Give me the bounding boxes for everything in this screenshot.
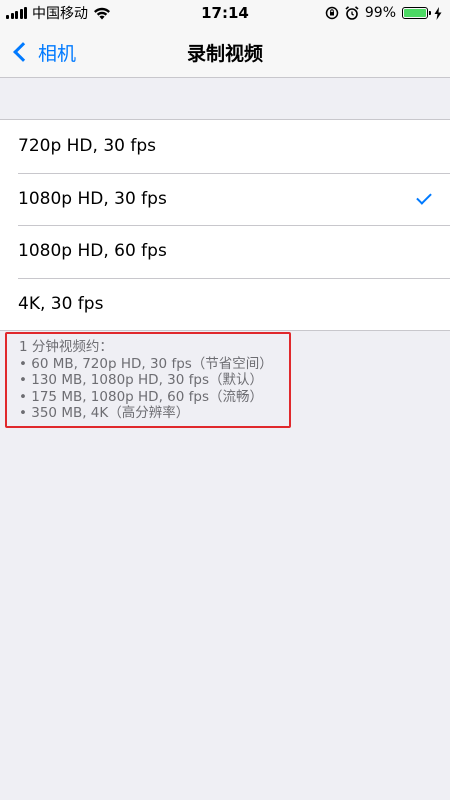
option-1080p-60fps[interactable]: 1080p HD, 60 fps bbox=[0, 225, 450, 278]
checkmark-icon bbox=[416, 188, 432, 205]
status-bar: 中国移动 17:14 99% bbox=[0, 0, 450, 26]
note-item: • 60 MB, 720p HD, 30 fps（节省空间） bbox=[19, 355, 273, 372]
option-label: 1080p HD, 30 fps bbox=[18, 188, 167, 209]
battery-percent: 99% bbox=[364, 5, 396, 21]
option-label: 1080p HD, 60 fps bbox=[18, 241, 167, 262]
battery-icon bbox=[402, 7, 431, 19]
option-label: 720p HD, 30 fps bbox=[18, 136, 156, 157]
file-size-note: 1 分钟视频约： • 60 MB, 720p HD, 30 fps（节省空间） … bbox=[5, 332, 291, 428]
charging-icon bbox=[434, 6, 442, 20]
option-720p-30fps[interactable]: 720p HD, 30 fps bbox=[0, 120, 450, 173]
note-item: • 175 MB, 1080p HD, 60 fps（流畅） bbox=[19, 388, 263, 405]
option-1080p-30fps[interactable]: 1080p HD, 30 fps bbox=[0, 172, 450, 226]
video-format-list: 720p HD, 30 fps 1080p HD, 30 fps 1080p H… bbox=[0, 119, 450, 331]
rotation-lock-icon bbox=[325, 6, 339, 20]
navigation-bar: 录制视频 相机 bbox=[0, 26, 450, 78]
back-button[interactable]: 相机 bbox=[8, 26, 76, 78]
note-item: • 350 MB, 4K（高分辨率） bbox=[19, 405, 190, 421]
chevron-left-icon bbox=[13, 42, 33, 62]
alarm-icon bbox=[345, 6, 359, 20]
note-heading: 1 分钟视频约： bbox=[19, 339, 113, 355]
option-4k-30fps[interactable]: 4K, 30 fps bbox=[0, 277, 450, 331]
back-label: 相机 bbox=[38, 42, 77, 65]
option-label: 4K, 30 fps bbox=[18, 293, 104, 314]
note-item: • 130 MB, 1080p HD, 30 fps（默认） bbox=[19, 372, 263, 388]
